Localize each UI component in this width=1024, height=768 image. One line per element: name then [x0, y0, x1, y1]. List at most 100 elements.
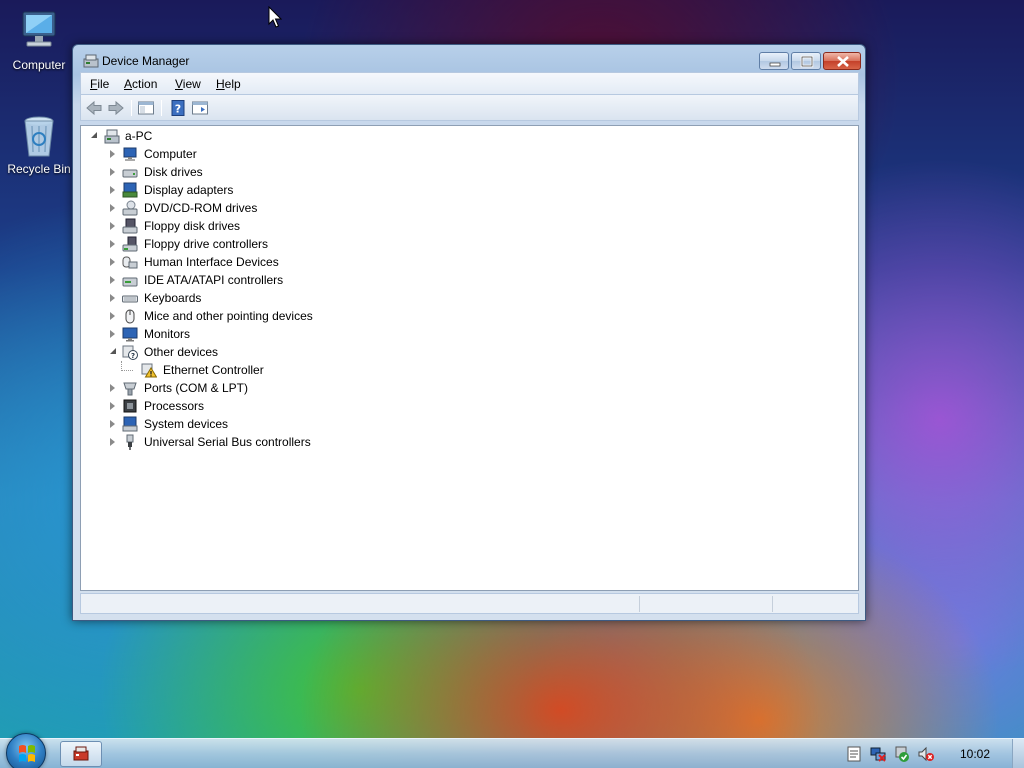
- collapse-arrow-icon[interactable]: [110, 240, 115, 248]
- collapse-arrow-icon[interactable]: [110, 420, 115, 428]
- taskbar: 10:02: [0, 733, 1024, 768]
- status-bar: [80, 593, 859, 614]
- tree-item-label: Ethernet Controller: [163, 363, 264, 377]
- back-icon[interactable]: [85, 99, 103, 117]
- maximize-icon: [800, 55, 814, 68]
- tree-item-disk-drives[interactable]: Disk drives: [89, 163, 489, 181]
- collapse-arrow-icon[interactable]: [110, 168, 115, 176]
- menu-action[interactable]: Action: [124, 77, 157, 91]
- tree-item-ports[interactable]: Ports (COM & LPT): [89, 379, 489, 397]
- tree-item-label: IDE ATA/ATAPI controllers: [144, 273, 284, 287]
- collapse-arrow-icon[interactable]: [110, 294, 115, 302]
- taskbar-device-manager-button[interactable]: [60, 741, 102, 767]
- tree-item-label: Computer: [144, 147, 197, 161]
- desktop-icon-computer[interactable]: Computer: [4, 8, 74, 72]
- tree-item-ethernet-controller[interactable]: Ethernet Controller: [89, 361, 489, 379]
- desktop-icon-label: Recycle Bin: [7, 162, 71, 176]
- minimize-button[interactable]: [759, 52, 789, 70]
- tree-item-label: System devices: [144, 417, 229, 431]
- collapse-arrow-icon[interactable]: [110, 258, 115, 266]
- dvd-drive-icon: [122, 200, 138, 216]
- toolbar-separator: [131, 100, 132, 116]
- expand-arrow-icon[interactable]: [91, 132, 97, 138]
- keyboard-icon: [122, 295, 138, 303]
- tree-item-floppy-disk-drives[interactable]: Floppy disk drives: [89, 217, 489, 235]
- volume-muted-icon[interactable]: [918, 746, 934, 762]
- tree-item-display-adapters[interactable]: Display adapters: [89, 181, 489, 199]
- tree-item-ide-ata-atapi-controllers[interactable]: IDE ATA/ATAPI controllers: [89, 271, 489, 289]
- tree-item-mice[interactable]: Mice and other pointing devices: [89, 307, 489, 325]
- usb-icon: [126, 434, 134, 450]
- collapse-arrow-icon[interactable]: [110, 384, 115, 392]
- collapse-arrow-icon[interactable]: [110, 312, 115, 320]
- status-segment: [639, 596, 772, 612]
- tree-item-human-interface-devices[interactable]: Human Interface Devices: [89, 253, 489, 271]
- tree-item-label: Monitors: [144, 327, 191, 341]
- tree-item-keyboards[interactable]: Keyboards: [89, 289, 489, 307]
- help-icon[interactable]: ?: [169, 99, 187, 117]
- tree-item-floppy-drive-controllers[interactable]: Floppy drive controllers: [89, 235, 489, 253]
- tree-item-label: Disk drives: [144, 165, 203, 179]
- collapse-arrow-icon[interactable]: [110, 204, 115, 212]
- status-segment: [772, 596, 857, 612]
- device-tree[interactable]: a-PC Computer Disk drives Display adapte…: [80, 125, 859, 591]
- floppy-disk-icon: [122, 218, 138, 234]
- taskbar-clock[interactable]: 10:02: [960, 747, 990, 761]
- unknown-device-icon: ?: [122, 345, 138, 360]
- start-button[interactable]: [6, 733, 46, 768]
- port-icon: [123, 382, 137, 396]
- tree-item-processors[interactable]: Processors: [89, 397, 489, 415]
- collapse-arrow-icon[interactable]: [110, 222, 115, 230]
- tree-item-label: Processors: [144, 399, 205, 413]
- close-icon: [837, 56, 849, 67]
- disk-drive-icon: [122, 169, 138, 178]
- hid-icon: [122, 256, 138, 269]
- collapse-arrow-icon[interactable]: [110, 186, 115, 194]
- tree-item-dvd-cd-rom-drives[interactable]: DVD/CD-ROM drives: [89, 199, 489, 217]
- collapse-arrow-icon[interactable]: [110, 438, 115, 446]
- tree-item-label: Ports (COM & LPT): [144, 381, 249, 395]
- menu-help[interactable]: Help: [216, 77, 241, 91]
- security-icon[interactable]: [894, 746, 910, 762]
- tree-item-other-devices[interactable]: ? Other devices: [89, 343, 489, 361]
- tree-item-label: Keyboards: [144, 291, 202, 305]
- minimize-icon: [769, 62, 781, 67]
- tree-item-label: Display adapters: [144, 183, 234, 197]
- tree-item-label: Floppy disk drives: [144, 219, 241, 233]
- tree-item-label: Human Interface Devices: [144, 255, 279, 269]
- display-adapter-icon: [122, 182, 138, 198]
- tree-item-label: Mice and other pointing devices: [144, 309, 313, 323]
- menu-file[interactable]: File: [90, 77, 109, 91]
- collapse-arrow-icon[interactable]: [110, 276, 115, 284]
- show-desktop-button[interactable]: [1012, 739, 1024, 768]
- tree-item-computer[interactable]: Computer: [89, 145, 489, 163]
- action-center-icon[interactable]: [846, 746, 862, 762]
- collapse-arrow-icon[interactable]: [110, 150, 115, 158]
- tree-item-label: Floppy drive controllers: [144, 237, 269, 251]
- menu-view[interactable]: View: [175, 77, 201, 91]
- windows-logo-icon: [19, 745, 35, 762]
- tree-item-usb-controllers[interactable]: Universal Serial Bus controllers: [89, 433, 489, 451]
- close-button[interactable]: [823, 52, 861, 70]
- tree-item-monitors[interactable]: Monitors: [89, 325, 489, 343]
- forward-icon[interactable]: [107, 99, 125, 117]
- desktop-icon-recycle-bin[interactable]: Recycle Bin: [4, 112, 74, 176]
- tree-item-label: Universal Serial Bus controllers: [144, 435, 311, 449]
- network-icon[interactable]: [870, 746, 886, 762]
- show-hide-console-tree-icon[interactable]: [137, 99, 155, 117]
- tree-root[interactable]: a-PC: [89, 127, 289, 145]
- tree-item-system-devices[interactable]: System devices: [89, 415, 489, 433]
- mouse-cursor-icon: [268, 6, 282, 28]
- expand-arrow-icon[interactable]: [110, 348, 116, 354]
- recycle-bin-icon: [15, 112, 63, 160]
- device-manager-window[interactable]: Device Manager File Action View Help ? a…: [72, 44, 866, 621]
- computer-icon: [15, 8, 63, 56]
- ide-controller-icon: [122, 277, 138, 287]
- system-device-icon: [122, 416, 138, 432]
- collapse-arrow-icon[interactable]: [110, 330, 115, 338]
- maximize-button[interactable]: [791, 52, 821, 70]
- properties-icon[interactable]: [191, 99, 209, 117]
- tree-root-label: a-PC: [125, 129, 153, 143]
- tree-item-label: Other devices: [144, 345, 219, 359]
- collapse-arrow-icon[interactable]: [110, 402, 115, 410]
